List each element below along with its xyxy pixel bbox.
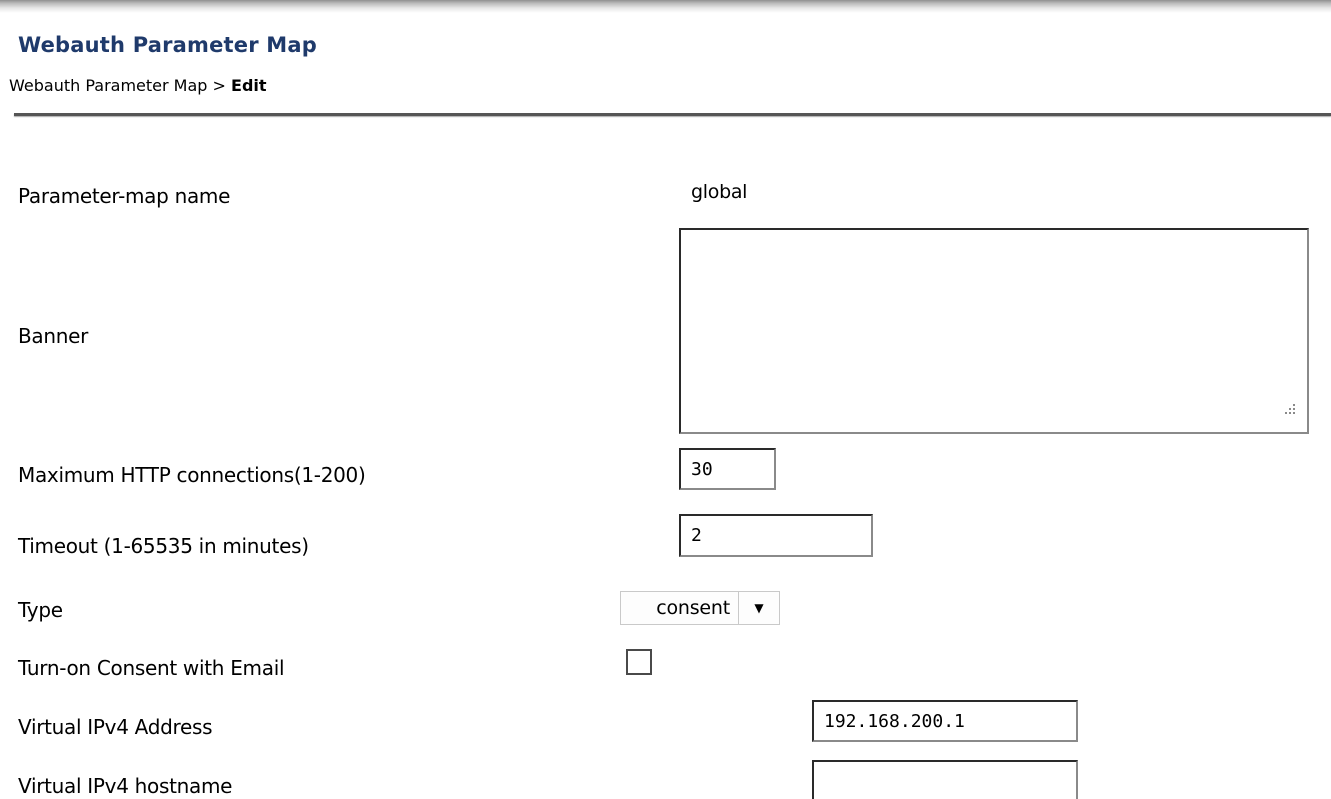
breadcrumb: Webauth Parameter Map > Edit bbox=[9, 76, 267, 95]
header-divider bbox=[14, 113, 1331, 116]
type-label: Type bbox=[18, 598, 63, 622]
consent-with-email-label: Turn-on Consent with Email bbox=[18, 656, 285, 680]
breadcrumb-current: Edit bbox=[231, 76, 267, 95]
caret-down-icon[interactable]: ▼ bbox=[738, 592, 779, 624]
virtual-ipv4-address-input[interactable]: 192.168.200.1 bbox=[812, 700, 1078, 742]
page-title: Webauth Parameter Map bbox=[18, 33, 318, 57]
type-select[interactable]: consent ▼ bbox=[620, 591, 780, 625]
virtual-ipv4-address-label: Virtual IPv4 Address bbox=[18, 715, 213, 739]
breadcrumb-parent[interactable]: Webauth Parameter Map bbox=[9, 76, 207, 95]
type-selected-value: consent bbox=[656, 597, 730, 619]
timeout-input[interactable]: 2 bbox=[679, 514, 873, 557]
top-shadow bbox=[0, 0, 1331, 13]
max-http-connections-input[interactable]: 30 bbox=[679, 448, 776, 490]
resize-grip-icon[interactable] bbox=[1283, 404, 1297, 418]
virtual-ipv4-hostname-input[interactable] bbox=[812, 760, 1078, 799]
max-http-connections-label: Maximum HTTP connections(1-200) bbox=[18, 463, 366, 487]
consent-with-email-checkbox[interactable] bbox=[626, 649, 652, 675]
timeout-label: Timeout (1-65535 in minutes) bbox=[18, 534, 309, 558]
parameter-map-name-value: global bbox=[691, 181, 748, 203]
banner-label: Banner bbox=[18, 324, 89, 348]
banner-textarea[interactable] bbox=[679, 228, 1309, 434]
breadcrumb-separator: > bbox=[212, 76, 226, 95]
virtual-ipv4-hostname-label: Virtual IPv4 hostname bbox=[18, 774, 233, 798]
parameter-map-name-label: Parameter-map name bbox=[18, 184, 231, 208]
